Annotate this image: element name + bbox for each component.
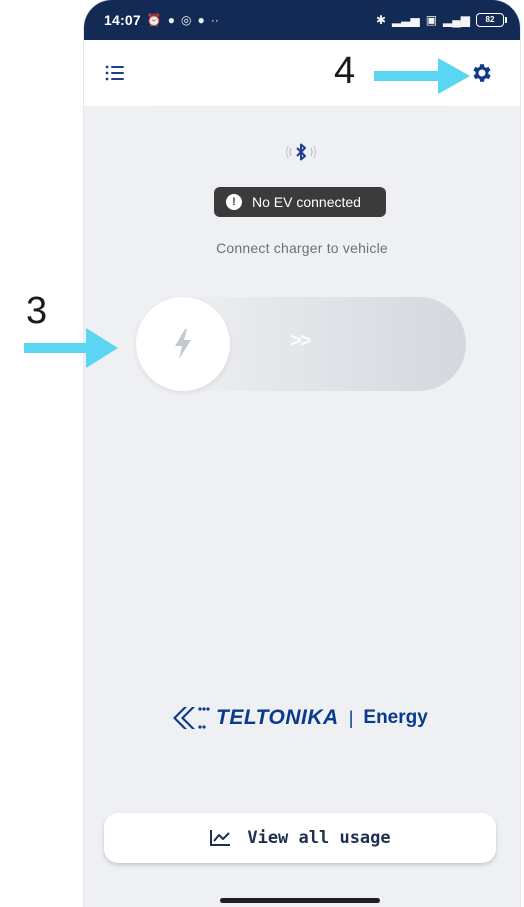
lightning-icon <box>175 329 191 359</box>
view-all-usage-label: View all usage <box>247 828 391 848</box>
alarm-icon: ⏰ <box>146 13 162 27</box>
status-bar-right: ✱ ▂▃▅ ▣ ▂▄▆ 82 <box>375 13 507 27</box>
view-all-usage-button[interactable]: View all usage <box>104 813 496 863</box>
status-bar-left: 14:07 ⏰ ● ◎ ● ·· <box>104 12 219 28</box>
page: 14:07 ⏰ ● ◎ ● ·· ✱ ▂▃▅ ▣ ▂▄▆ 82 ! No EV … <box>0 0 524 907</box>
status-bar: 14:07 ⏰ ● ◎ ● ·· ✱ ▂▃▅ ▣ ▂▄▆ 82 <box>84 0 520 40</box>
gear-icon[interactable] <box>470 61 494 85</box>
annotation-arrow-4 <box>374 58 470 94</box>
menu-icon[interactable] <box>104 62 126 84</box>
slider-chevrons: >> <box>290 330 311 352</box>
instagram-icon: ◎ <box>181 13 192 27</box>
chart-icon <box>210 830 231 846</box>
apple-icon: ● <box>197 13 205 27</box>
annotation-arrow-3 <box>24 328 118 368</box>
bluetooth-icon <box>284 140 318 164</box>
instruction-text: Connect charger to vehicle <box>216 240 388 256</box>
app-bar-divider <box>154 106 450 107</box>
battery-icon: 82 <box>476 13 507 27</box>
status-badge-text: No EV connected <box>252 194 361 210</box>
brand-name: TELTONIKA <box>216 706 339 729</box>
status-time: 14:07 <box>104 12 141 28</box>
home-indicator[interactable] <box>220 898 380 903</box>
lte-signal-icon: ▂▄▆ <box>443 13 470 27</box>
status-badge: ! No EV connected <box>214 187 386 217</box>
phone-screen: 14:07 ⏰ ● ◎ ● ·· ✱ ▂▃▅ ▣ ▂▄▆ 82 ! No EV … <box>84 0 520 907</box>
signal-icon: ▂▃▅ <box>392 13 420 27</box>
brand-separator: | <box>348 707 354 728</box>
annotation-label-4: 4 <box>334 50 356 92</box>
messenger-icon: ● <box>167 13 176 27</box>
bluetooth-icon: ✱ <box>375 13 386 27</box>
alert-icon: ! <box>226 194 242 210</box>
sim-icon: ▣ <box>425 13 438 27</box>
brand-logo: TELTONIKA | Energy <box>170 700 440 736</box>
teltonika-logo-icon <box>173 707 210 729</box>
more-icon: ·· <box>210 13 219 27</box>
brand-product: Energy <box>363 707 428 728</box>
charge-slider-knob[interactable] <box>136 297 230 391</box>
